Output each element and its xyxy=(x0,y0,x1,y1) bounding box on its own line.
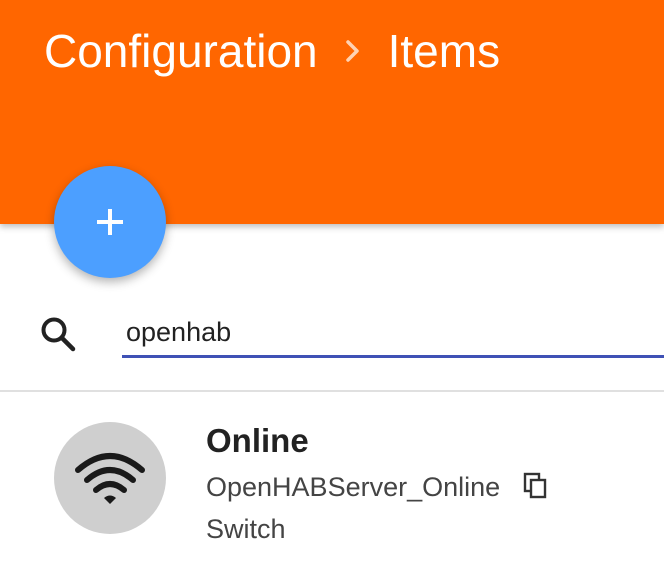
avatar xyxy=(54,422,166,534)
search-bar xyxy=(0,300,664,392)
item-name-row: OpenHABServer_Online xyxy=(206,472,550,503)
add-item-button[interactable] xyxy=(54,166,166,278)
search-icon xyxy=(41,317,76,352)
breadcrumb: Configuration Items xyxy=(44,24,500,78)
list-item[interactable]: Online OpenHABServer_Online Switch xyxy=(0,410,664,578)
item-type: Switch xyxy=(206,514,286,544)
item-label: Online xyxy=(206,422,309,459)
page: Configuration Items openhab Online OpenH… xyxy=(0,0,664,578)
breadcrumb-items[interactable]: Items xyxy=(388,24,500,78)
item-name: OpenHABServer_Online xyxy=(206,472,501,502)
search-input[interactable] xyxy=(122,310,664,358)
copy-icon[interactable] xyxy=(522,471,550,499)
chevron-right-icon xyxy=(344,38,362,64)
plus-icon xyxy=(97,209,123,235)
wifi-icon xyxy=(75,453,145,504)
breadcrumb-configuration[interactable]: Configuration xyxy=(44,24,318,78)
